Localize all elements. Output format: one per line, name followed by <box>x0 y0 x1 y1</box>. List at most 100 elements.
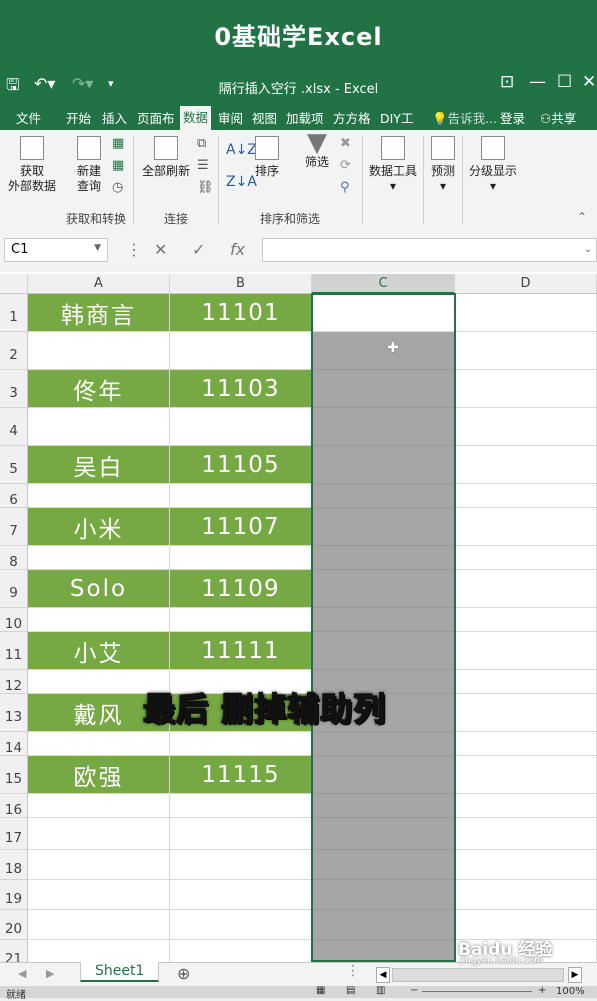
hscroll-left-icon[interactable]: ◀ <box>376 967 390 983</box>
cell-b[interactable] <box>170 818 312 850</box>
normal-view-icon[interactable]: ▦ <box>316 985 325 996</box>
name-box-dropdown-icon[interactable]: ▼ <box>94 243 101 253</box>
cell-a[interactable] <box>28 608 170 632</box>
cell-d[interactable] <box>455 508 597 546</box>
filter-button[interactable]: ▼ 筛选 <box>298 130 336 170</box>
cell-b[interactable] <box>170 546 312 570</box>
cell-d[interactable] <box>455 694 597 732</box>
insert-function-button[interactable]: fx <box>230 240 245 259</box>
row-header[interactable]: 19 <box>0 880 28 910</box>
row-header[interactable]: 5 <box>0 446 28 484</box>
formula-input[interactable]: ⌄ <box>262 238 597 262</box>
column-header-b[interactable]: B <box>170 274 312 294</box>
tab-home[interactable]: 开始 <box>66 108 91 127</box>
cell-d[interactable] <box>455 408 597 446</box>
zoom-out-icon[interactable]: − <box>410 985 418 996</box>
cell-a[interactable]: 欧强 <box>28 756 170 794</box>
scroll-sheets-left-icon[interactable]: ◀ <box>18 967 26 980</box>
cell-b[interactable]: 11101 <box>170 294 312 332</box>
row-header[interactable]: 21 <box>0 940 28 962</box>
cell-d[interactable] <box>455 332 597 370</box>
row-header[interactable]: 6 <box>0 484 28 508</box>
cell-b[interactable]: 11109 <box>170 570 312 608</box>
cell-a[interactable] <box>28 818 170 850</box>
sheet-tab-sheet1[interactable]: Sheet1 <box>80 962 160 982</box>
row-header[interactable]: 8 <box>0 546 28 570</box>
horizontal-scrollbar[interactable] <box>392 968 564 982</box>
cell-a[interactable] <box>28 546 170 570</box>
outline-button[interactable]: 分级显示 ▾ <box>464 136 522 194</box>
properties-icon[interactable]: ☰ <box>197 158 209 173</box>
cell-a[interactable]: Solo <box>28 570 170 608</box>
cell-b[interactable] <box>170 880 312 910</box>
show-queries-icon[interactable]: ▦ <box>112 136 124 151</box>
cell-a[interactable] <box>28 880 170 910</box>
row-header[interactable]: 17 <box>0 818 28 850</box>
cell-a[interactable] <box>28 910 170 940</box>
cell-a[interactable]: 吴白 <box>28 446 170 484</box>
cell-d[interactable] <box>455 546 597 570</box>
ribbon-display-icon[interactable]: ⊡ <box>500 72 514 92</box>
clear-filter-icon[interactable]: ✖ <box>340 136 351 151</box>
cell-d[interactable] <box>455 880 597 910</box>
cell-d[interactable] <box>455 570 597 608</box>
row-header[interactable]: 18 <box>0 850 28 880</box>
tab-data[interactable]: 数据 <box>180 106 212 130</box>
cell-a[interactable] <box>28 732 170 756</box>
tab-split-handle-icon[interactable]: ⋮ <box>346 963 360 979</box>
name-box[interactable]: C1 ▼ <box>4 238 108 262</box>
cell-d[interactable] <box>455 370 597 408</box>
cell-a[interactable]: 韩商言 <box>28 294 170 332</box>
tab-view[interactable]: 视图 <box>252 108 277 127</box>
cell-b[interactable] <box>170 608 312 632</box>
data-tools-button[interactable]: 数据工具 ▾ <box>364 136 422 194</box>
sort-button[interactable]: 排序 <box>250 136 284 179</box>
forecast-button[interactable]: 预测 ▾ <box>425 136 461 194</box>
row-header[interactable]: 12 <box>0 670 28 694</box>
cell-b[interactable] <box>170 332 312 370</box>
advanced-filter-icon[interactable]: ⚲ <box>340 180 350 195</box>
sign-in-link[interactable]: 登录 <box>500 108 525 127</box>
row-header[interactable]: 11 <box>0 632 28 670</box>
cell-a[interactable] <box>28 332 170 370</box>
cell-b[interactable] <box>170 850 312 880</box>
worksheet-grid[interactable]: A B C D 1 韩商言 11101 2 3 佟年 11103 4 5 吴白 11105 6 7 小米 1… <box>0 272 597 962</box>
edit-links-icon[interactable]: ⛓ <box>197 180 214 195</box>
cell-d[interactable] <box>455 850 597 880</box>
row-header[interactable]: 1 <box>0 294 28 332</box>
cell-b[interactable] <box>170 732 312 756</box>
cancel-icon[interactable]: ✕ <box>154 240 167 259</box>
cell-d[interactable] <box>455 756 597 794</box>
page-break-view-icon[interactable]: ▥ <box>376 985 385 996</box>
collapse-ribbon-icon[interactable]: ⌃ <box>577 210 587 224</box>
enter-icon[interactable]: ✓ <box>192 240 205 259</box>
cell-b[interactable]: 11103 <box>170 370 312 408</box>
cell-b[interactable]: 11105 <box>170 446 312 484</box>
tab-fangfangge[interactable]: 方方格 <box>333 108 371 127</box>
formula-bar-more-icon[interactable]: ⋮ <box>126 240 142 259</box>
row-header[interactable]: 13 <box>0 694 28 732</box>
zoom-level[interactable]: 100% <box>556 986 585 997</box>
cell-d[interactable] <box>455 632 597 670</box>
zoom-in-icon[interactable]: + <box>538 985 546 996</box>
cell-b[interactable] <box>170 794 312 818</box>
row-header[interactable]: 9 <box>0 570 28 608</box>
cell-d[interactable] <box>455 670 597 694</box>
new-query-button[interactable]: 新建 查询 <box>66 136 112 194</box>
cell-b[interactable]: 11111 <box>170 632 312 670</box>
row-header[interactable]: 3 <box>0 370 28 408</box>
connections-icon[interactable]: ⧉ <box>197 136 206 151</box>
cell-d[interactable] <box>455 794 597 818</box>
cell-d[interactable] <box>455 484 597 508</box>
cell-a[interactable] <box>28 940 170 962</box>
share-button[interactable]: ⚇共享 <box>540 108 576 127</box>
minimize-icon[interactable]: — <box>529 72 546 92</box>
tab-page-layout[interactable]: 页面布 <box>137 108 175 127</box>
cell-b[interactable] <box>170 408 312 446</box>
cell-d[interactable] <box>455 446 597 484</box>
page-layout-view-icon[interactable]: ▤ <box>346 985 355 996</box>
scroll-sheets-right-icon[interactable]: ▶ <box>46 967 54 980</box>
restore-icon[interactable]: ☐ <box>557 72 572 92</box>
tab-insert[interactable]: 插入 <box>102 108 127 127</box>
tab-file[interactable]: 文件 <box>16 108 41 127</box>
